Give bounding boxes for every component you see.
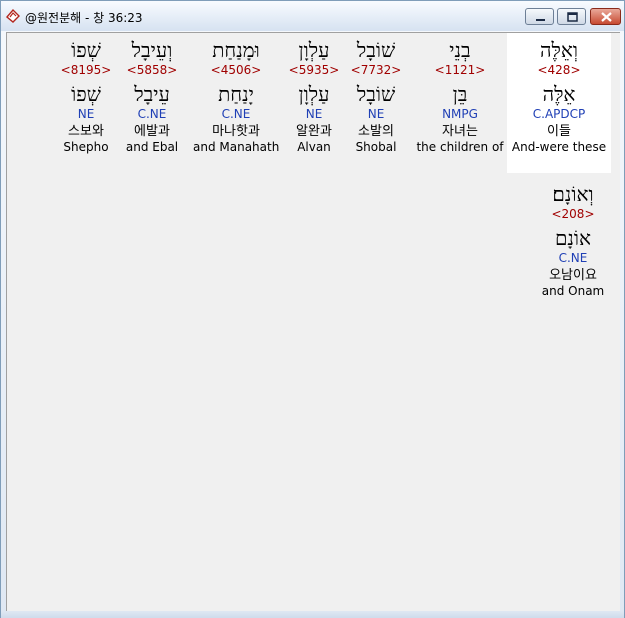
korean-gloss: 이들 [547, 124, 571, 139]
strong-number-link[interactable]: <5858> [121, 63, 183, 77]
english-gloss: Alvan [297, 140, 331, 154]
morph-code: NMPG [442, 107, 478, 121]
hebrew-word: שְׁפוֹ [71, 38, 101, 62]
hebrew-word: וְאֵלֶּה [540, 38, 578, 62]
window-bottom-border [1, 611, 624, 618]
hebrew-word: וּמָנַחַת [212, 38, 260, 62]
english-gloss: Shobal [355, 140, 397, 154]
lemma-word: אוֹנָם [554, 226, 592, 250]
lemma-word: עֵיבָל [134, 82, 170, 106]
word-block[interactable]: וְאוֹנָם׃ <208> אוֹנָם C.NE 오남이요 and Ona… [535, 179, 611, 319]
strong-number-link[interactable]: <1121> [415, 63, 505, 77]
hebrew-word: וְעֵיבָל [131, 38, 173, 62]
morph-code: NE [305, 107, 323, 121]
word-block[interactable]: בְנֵי <1121> בֵּן NMPG 자녀는 the children … [415, 33, 505, 173]
morph-code: C.NE [558, 251, 588, 265]
korean-gloss: 에발과 [134, 124, 170, 139]
korean-gloss: 마나핫과 [212, 124, 260, 139]
hebrew-word: שׁוֹבָל [356, 38, 396, 62]
hebrew-word: בְנֵי [449, 38, 471, 62]
english-gloss: and Manahath [193, 140, 280, 154]
lemma-word: בֵּן [452, 82, 468, 106]
lemma-word: שׁוֹבָל [356, 82, 396, 106]
korean-gloss: 스보와 [68, 124, 104, 139]
english-gloss: Shepho [63, 140, 109, 154]
lemma-word: יָנַחַת [218, 82, 254, 106]
strong-number-link[interactable]: <7732> [347, 63, 405, 77]
hebrew-word: עַלְוָן [298, 38, 330, 62]
morph-code: NE [367, 107, 385, 121]
minimize-icon [536, 19, 545, 21]
strong-number-link[interactable]: <208> [535, 207, 611, 221]
lemma-word: עַלְוָן [298, 82, 330, 106]
strong-number-link[interactable]: <8195> [59, 63, 113, 77]
morph-code: C.NE [137, 107, 167, 121]
minimize-button[interactable] [525, 8, 554, 25]
hebrew-word: וְאוֹנָם׃ [552, 182, 594, 206]
morph-code: NE [77, 107, 95, 121]
korean-gloss: 소발의 [358, 124, 394, 139]
korean-gloss: 알완과 [296, 124, 332, 139]
title-bar[interactable]: @원전분해 - 창 36:23 [1, 1, 624, 31]
korean-gloss: 오남이요 [549, 268, 597, 283]
window-title: @원전분해 - 창 36:23 [25, 11, 143, 25]
word-block[interactable]: וְאֵלֶּה <428> אֵלֶּה C.APDCP 이들 And-wer… [507, 33, 611, 173]
verse-analysis-pane[interactable]: וְאֵלֶּה <428> אֵלֶּה C.APDCP 이들 And-wer… [6, 32, 620, 612]
maximize-icon [567, 12, 578, 22]
strong-number-link[interactable]: <5935> [285, 63, 343, 77]
english-gloss: the children of [416, 140, 504, 154]
korean-gloss: 자녀는 [442, 124, 478, 139]
morph-code: C.NE [221, 107, 251, 121]
word-block[interactable]: וְעֵיבָל <5858> עֵיבָל C.NE 에발과 and Ebal [121, 33, 183, 173]
app-icon[interactable] [5, 8, 21, 24]
word-block[interactable]: שׁוֹבָל <7732> שׁוֹבָל NE 소발의 Shobal [347, 33, 405, 173]
word-block[interactable]: וּמָנַחַת <4506> יָנַחַת C.NE 마나핫과 and M… [193, 33, 279, 173]
word-block[interactable]: שְׁפוֹ <8195> שְׁפוֹ NE 스보와 Shepho [59, 33, 113, 173]
english-gloss: and Ebal [125, 140, 179, 154]
maximize-button[interactable] [557, 8, 586, 25]
morph-code: C.APDCP [532, 107, 586, 121]
close-icon [601, 12, 612, 22]
english-gloss: and Onam [541, 284, 605, 298]
main-window: @원전분해 - 창 36:23 וְאֵלֶּה <428> אֵלֶּה C.… [0, 0, 625, 618]
close-button[interactable] [590, 8, 621, 25]
strong-number-link[interactable]: <428> [507, 63, 611, 77]
lemma-word: שְׁפוֹ [71, 82, 101, 106]
word-block[interactable]: עַלְוָן <5935> עַלְוָן NE 알완과 Alvan [285, 33, 343, 173]
strong-number-link[interactable]: <4506> [193, 63, 279, 77]
english-gloss: And-were these [511, 140, 607, 154]
lemma-word: אֵלֶּה [542, 82, 576, 106]
